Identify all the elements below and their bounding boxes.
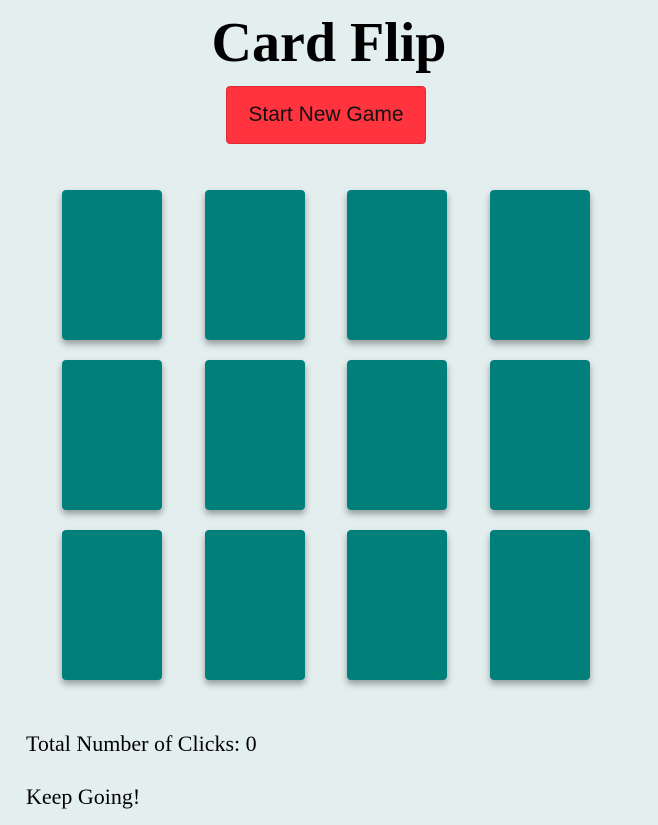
- card-9[interactable]: [62, 530, 162, 680]
- card-11[interactable]: [347, 530, 448, 680]
- card-3[interactable]: [347, 190, 448, 340]
- card-8[interactable]: [489, 360, 590, 510]
- click-counter: Total Number of Clicks: 0: [26, 731, 257, 756]
- page-title: Card Flip: [211, 12, 447, 74]
- card-12[interactable]: [489, 530, 590, 680]
- start-new-game-button[interactable]: Start New Game: [226, 86, 426, 144]
- card-5[interactable]: [62, 360, 162, 510]
- card-board: [62, 190, 590, 680]
- card-10[interactable]: [204, 530, 305, 680]
- status-message: Keep Going!: [26, 784, 141, 809]
- card-1[interactable]: [62, 190, 162, 340]
- card-7[interactable]: [347, 360, 448, 510]
- card-6[interactable]: [204, 360, 305, 510]
- card-2[interactable]: [204, 190, 305, 340]
- card-4[interactable]: [489, 190, 590, 340]
